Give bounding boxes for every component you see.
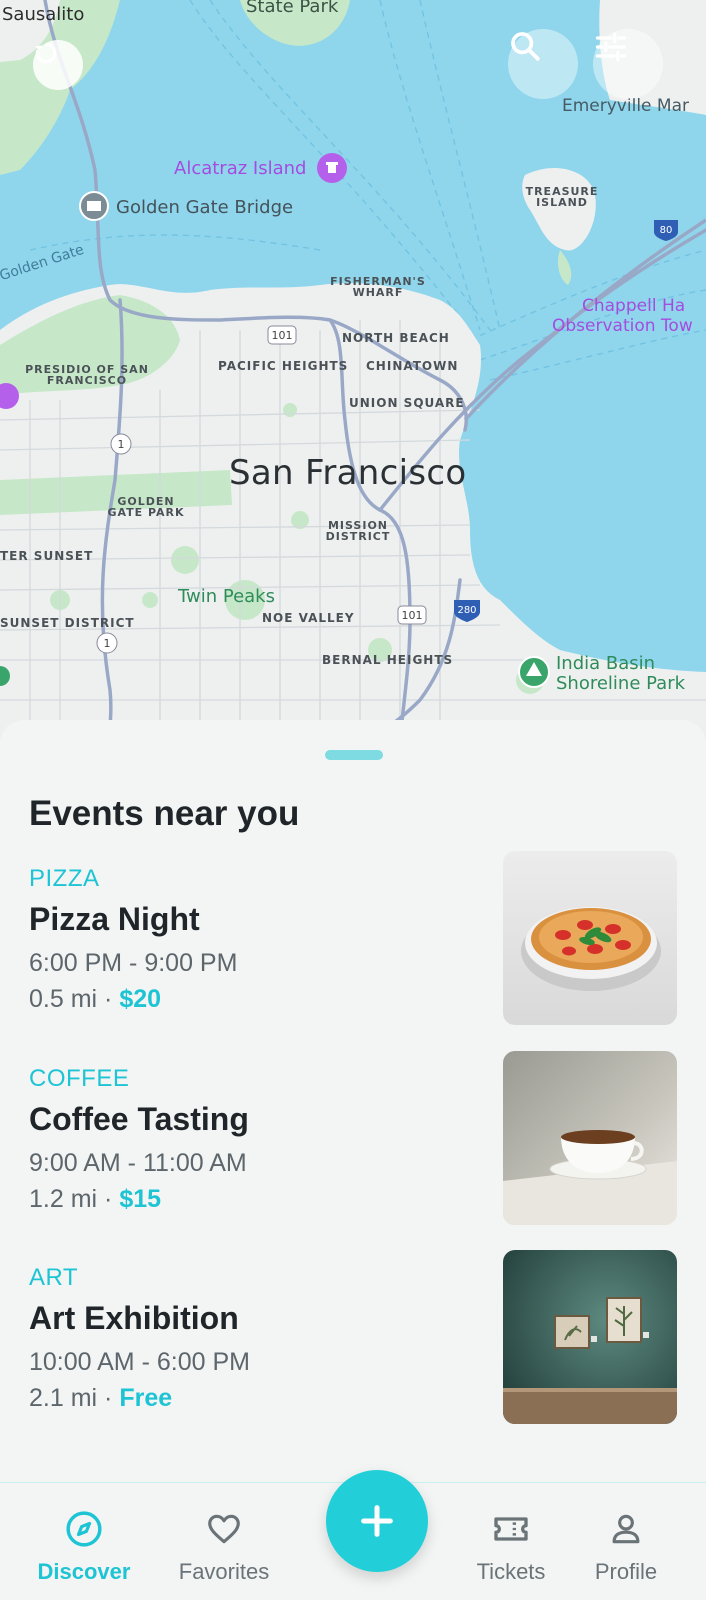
event-meta: 2.1 mi · Free (29, 1384, 172, 1413)
map-label-noe-valley: NOE VALLEY (262, 611, 355, 625)
event-meta: 1.2 mi · $15 (29, 1185, 161, 1214)
section-title: Events near you (29, 794, 300, 833)
svg-text:101: 101 (402, 609, 423, 622)
nav-label-tickets: Tickets (476, 1559, 546, 1584)
map-label-fishermans-wharf: FISHERMAN'S WHARF (330, 275, 426, 299)
heart-icon (204, 1509, 244, 1549)
event-card-coffee[interactable]: COFFEE Coffee Tasting 9:00 AM - 11:00 AM… (0, 1051, 706, 1227)
map-label-chappell: Chappell Ha (582, 296, 686, 316)
event-distance: 0.5 mi (29, 985, 98, 1013)
nav-label-favorites: Favorites (178, 1559, 270, 1584)
nav-label-discover: Discover (37, 1559, 131, 1584)
svg-text:1: 1 (104, 637, 111, 650)
map-label-observation: Observation Tow (552, 316, 693, 336)
event-distance: 1.2 mi (29, 1185, 98, 1213)
map-label-presidio: PRESIDIO OF SAN FRANCISCO (25, 363, 149, 387)
event-category: ART (29, 1264, 79, 1291)
event-thumbnail-coffee (503, 1051, 677, 1225)
event-time: 9:00 AM - 11:00 AM (29, 1149, 247, 1177)
svg-text:1: 1 (118, 438, 125, 451)
coffee-cup-image (503, 1051, 677, 1225)
event-time: 10:00 AM - 6:00 PM (29, 1348, 250, 1376)
map-label-city: San Francisco (229, 453, 467, 493)
event-thumbnail-art (503, 1250, 677, 1424)
sheet-drag-handle[interactable] (325, 750, 383, 760)
map-label-chinatown: CHINATOWN (366, 359, 459, 373)
map-refresh-button[interactable] (33, 40, 83, 90)
map-label-emeryville: Emeryville Mar (562, 96, 689, 116)
event-category: PIZZA (29, 865, 100, 892)
map-search-button[interactable] (508, 29, 578, 99)
event-separator: · (97, 1185, 120, 1213)
event-price: Free (119, 1384, 173, 1412)
nav-label-profile: Profile (594, 1559, 658, 1584)
create-event-button[interactable] (326, 1470, 428, 1572)
pizza-image (503, 851, 677, 1025)
event-title: Art Exhibition (29, 1300, 239, 1336)
map-label-bernal-heights: BERNAL HEIGHTS (322, 653, 454, 667)
map-label-sunset-district: SUNSET DISTRICT (0, 616, 135, 630)
event-card-pizza[interactable]: PIZZA Pizza Night 6:00 PM - 9:00 PM 0.5 … (0, 851, 706, 1027)
refresh-icon (35, 42, 57, 64)
compass-icon (64, 1509, 104, 1549)
nav-item-profile[interactable]: Profile (556, 1483, 696, 1600)
map-label-mission-district: MISSION DISTRICT (325, 519, 391, 543)
map-label-twin-peaks: Twin Peaks (178, 586, 275, 607)
event-separator: · (97, 985, 120, 1013)
event-time: 6:00 PM - 9:00 PM (29, 949, 238, 977)
event-title: Pizza Night (29, 901, 200, 937)
search-icon (511, 32, 540, 61)
user-icon (606, 1509, 646, 1549)
nav-item-discover[interactable]: Discover (14, 1483, 154, 1600)
map-label-alcatraz: Alcatraz Island (174, 158, 307, 179)
map-label-india-basin-2: Shoreline Park (556, 673, 686, 694)
ticket-icon (491, 1509, 531, 1549)
event-distance: 2.1 mi (29, 1384, 98, 1412)
filter-sliders-icon (595, 32, 627, 62)
map-label-outer-sunset: TER SUNSET (0, 549, 94, 563)
map-label-golden-gate-bridge: Golden Gate Bridge (116, 197, 294, 218)
nav-item-favorites[interactable]: Favorites (154, 1483, 294, 1600)
map-label-union-square: UNION SQUARE (349, 396, 465, 410)
event-price: $15 (119, 1185, 162, 1213)
map-label-state-park: State Park (246, 0, 339, 17)
hwy-101-shield-1: 101 (272, 329, 293, 342)
plus-icon (361, 1505, 393, 1537)
svg-text:80: 80 (660, 225, 673, 236)
events-bottom-sheet: Events near you PIZZA Pizza Night 6:00 P… (0, 720, 706, 1480)
map-filter-button[interactable] (593, 29, 663, 99)
map-label-sausalito: Sausalito (2, 4, 85, 25)
event-meta: 0.5 mi · $20 (29, 985, 161, 1014)
svg-text:280: 280 (457, 605, 476, 616)
event-card-art[interactable]: ART Art Exhibition 10:00 AM - 6:00 PM 2.… (0, 1250, 706, 1426)
map-label-north-beach: NORTH BEACH (342, 331, 450, 345)
event-price: $20 (119, 985, 162, 1013)
event-category: COFFEE (29, 1065, 130, 1092)
event-separator: · (97, 1384, 120, 1412)
map-view[interactable]: 101 1 101 1 280 80 Sausalito State Park … (0, 0, 706, 740)
map-label-pacific-heights: PACIFIC HEIGHTS (218, 359, 349, 373)
gallery-image (503, 1250, 677, 1424)
event-title: Coffee Tasting (29, 1101, 249, 1137)
map-label-india-basin: India Basin (556, 653, 656, 674)
map-label-treasure-island: TREASURE ISLAND (525, 185, 599, 209)
map-label-golden-gate-park: GOLDEN GATE PARK (107, 495, 185, 519)
event-thumbnail-pizza (503, 851, 677, 1025)
